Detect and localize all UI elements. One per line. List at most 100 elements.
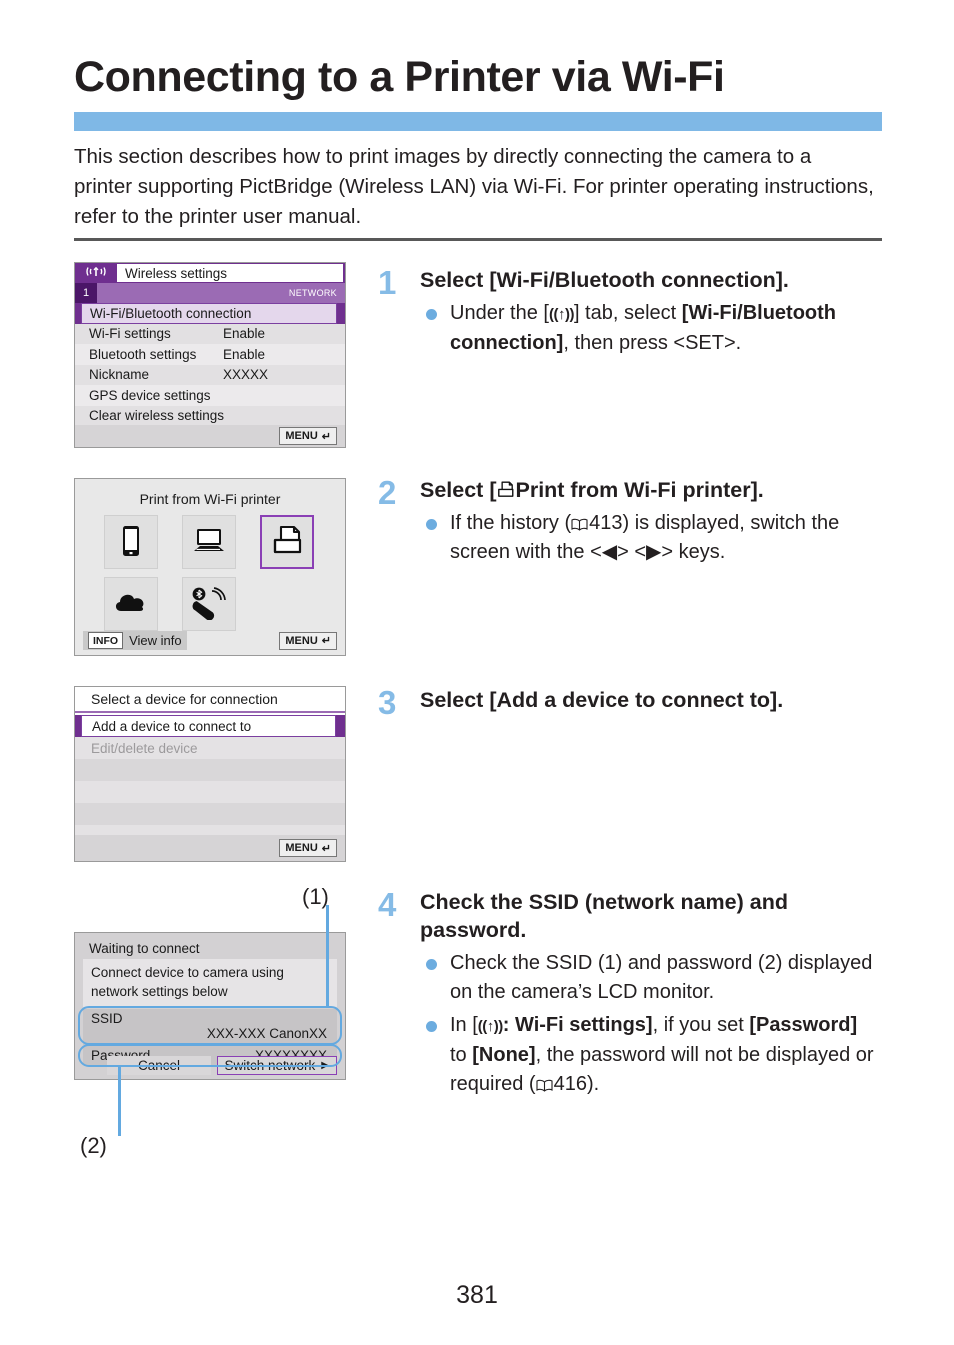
cloud-icon <box>113 591 149 618</box>
chevron-right-icon: ▶ <box>321 1059 329 1071</box>
cancel-button-label: Cancel <box>137 1057 181 1073</box>
screen4-message: Connect device to camera using network s… <box>83 959 337 1007</box>
screen2-title: Print from Wi-Fi printer <box>139 491 281 507</box>
info-button-label: INFO <box>88 632 124 649</box>
screen1-title: Wireless settings <box>117 264 343 282</box>
screen1-footer: MENU ↵ <box>75 425 345 447</box>
screen2-tile-grid <box>104 515 316 631</box>
list-item-edit-delete-device[interactable]: Edit/delete device <box>75 737 345 759</box>
tile-printer[interactable] <box>260 515 314 569</box>
tile-computer[interactable] <box>182 515 236 569</box>
menu-item-label: GPS device settings <box>89 387 211 403</box>
printer-icon <box>496 478 515 502</box>
title-accent-rule <box>74 112 882 131</box>
return-arrow-icon: ↵ <box>321 842 331 855</box>
screen3-footer: MENU ↵ <box>75 835 345 861</box>
menu-item-bluetooth-settings[interactable]: Bluetooth settings Enable <box>75 344 345 365</box>
wifi-antenna-icon: ((↑)) <box>477 1018 503 1035</box>
menu-item-label: Nickname <box>89 367 150 383</box>
menu-item-clear-wireless-settings[interactable]: Clear wireless settings <box>75 405 345 426</box>
wifi-antenna-icon <box>75 265 117 281</box>
step-number: 3 <box>378 684 397 721</box>
callout-leader-password <box>118 1066 121 1136</box>
list-item-add-device[interactable]: Add a device to connect to <box>75 715 345 737</box>
screen4-button-row: Cancel Switch network ▶ <box>83 1055 337 1075</box>
screen1-header: Wireless settings <box>75 263 345 283</box>
callout-label-password: (2) <box>80 1133 107 1158</box>
step-heading: Check the SSID (network name) and passwo… <box>420 890 788 942</box>
list-item-empty <box>75 759 345 781</box>
wifi-antenna-icon: ((↑)) <box>548 306 574 323</box>
menu-item-label: Clear wireless settings <box>89 408 225 424</box>
step-heading: Select [Wi-Fi/Bluetooth connection]. <box>420 268 789 292</box>
step-bullets: Under the [((↑))] tab, select [Wi-Fi/Blu… <box>420 299 878 358</box>
return-arrow-icon: ↵ <box>321 430 331 443</box>
menu-button-label: MENU <box>285 430 318 442</box>
step-1: 1 Select [Wi-Fi/Bluetooth connection]. U… <box>378 266 878 362</box>
step-4: 4 Check the SSID (network name) and pass… <box>378 888 878 1103</box>
screen1-tab-group: NETWORK <box>288 288 337 298</box>
screenshot-device-select: Print from Wi-Fi printer INFO View info … <box>74 478 346 656</box>
step-3: 3 Select [Add a device to connect to]. <box>378 686 878 719</box>
section-divider <box>74 238 882 241</box>
book-page-ref-icon <box>536 1072 553 1092</box>
step-2: 2 Select [Print from Wi-Fi printer]. If … <box>378 476 878 571</box>
screen3-title: Select a device for connection <box>75 687 345 713</box>
book-page-ref-icon <box>571 511 588 531</box>
step-number: 1 <box>378 264 397 301</box>
return-arrow-icon: ↵ <box>321 635 331 647</box>
callout-leader-ssid <box>326 905 329 1008</box>
step-number: 2 <box>378 474 397 511</box>
menu-item-value: XXXXX <box>223 367 269 383</box>
printer-icon <box>270 525 304 560</box>
bluetooth-remote-icon <box>190 586 228 623</box>
ssid-field: SSID XXX-XXX CanonXX <box>83 1009 337 1045</box>
menu-item-nickname[interactable]: Nickname XXXXX <box>75 364 345 385</box>
bullet-item: If the history (413) is displayed, switc… <box>420 509 878 567</box>
cancel-button[interactable]: Cancel <box>107 1055 211 1075</box>
step-heading: Select [Add a device to connect to]. <box>420 688 784 712</box>
bullet-item: Check the SSID (1) and password (2) disp… <box>420 949 878 1007</box>
menu-item-wifi-bluetooth-connection[interactable]: Wi-Fi/Bluetooth connection <box>75 303 345 324</box>
step-bullets: If the history (413) is displayed, switc… <box>420 509 878 567</box>
menu-item-label: Bluetooth settings <box>89 346 197 362</box>
screenshot-wireless-settings: Wireless settings 1 NETWORK Wi-Fi/Blueto… <box>74 262 346 448</box>
list-item-label: Add a device to connect to <box>92 718 252 734</box>
page-number: 381 <box>456 1281 498 1309</box>
menu-item-wifi-settings[interactable]: Wi-Fi settings Enable <box>75 323 345 344</box>
page-title: Connecting to a Printer via Wi-Fi <box>74 53 725 101</box>
list-item-empty <box>75 781 345 803</box>
menu-item-value: Enable <box>223 346 266 362</box>
bullet-item: In [((↑)): Wi-Fi settings], if you set [… <box>420 1011 878 1099</box>
switch-network-button[interactable]: Switch network ▶ <box>216 1055 337 1075</box>
screen4-title: Waiting to connect <box>89 941 200 956</box>
menu-item-label: Wi-Fi/Bluetooth connection <box>90 305 252 321</box>
view-info-label: View info <box>129 633 182 648</box>
screen1-menu-list: Wi-Fi/Bluetooth connection Wi-Fi setting… <box>75 303 345 426</box>
menu-button[interactable]: MENU ↵ <box>279 427 337 445</box>
step-heading: Select [Print from Wi-Fi printer]. <box>420 478 764 502</box>
switch-network-label: Switch network <box>224 1057 316 1073</box>
list-item-empty <box>75 803 345 825</box>
tile-cloud[interactable] <box>104 577 158 631</box>
tile-bluetooth-remote[interactable] <box>182 577 236 631</box>
ssid-label: SSID <box>91 1011 123 1026</box>
view-info-button[interactable]: INFO View info <box>83 631 187 650</box>
tile-smartphone[interactable] <box>104 515 158 569</box>
menu-button[interactable]: MENU ↵ <box>279 631 337 650</box>
ssid-value: XXX-XXX CanonXX <box>206 1026 327 1041</box>
menu-button[interactable]: MENU ↵ <box>279 839 337 857</box>
screen1-tab-number: 1 <box>75 283 97 303</box>
screen3-list: Add a device to connect to Edit/delete d… <box>75 715 345 847</box>
menu-item-label: Wi-Fi settings <box>89 326 171 342</box>
screen1-tab-row: 1 NETWORK <box>75 283 345 303</box>
screenshot-connection-list: Select a device for connection Add a dev… <box>74 686 346 862</box>
step-number: 4 <box>378 886 397 923</box>
menu-item-gps-device-settings[interactable]: GPS device settings <box>75 385 345 406</box>
step-bullets: Check the SSID (1) and password (2) disp… <box>420 949 878 1099</box>
callout-label-ssid: (1) <box>302 884 329 909</box>
computer-icon <box>191 527 227 558</box>
bullet-item: Under the [((↑))] tab, select [Wi-Fi/Blu… <box>420 299 878 358</box>
menu-button-label: MENU <box>285 634 318 647</box>
menu-button-label: MENU <box>285 842 318 854</box>
